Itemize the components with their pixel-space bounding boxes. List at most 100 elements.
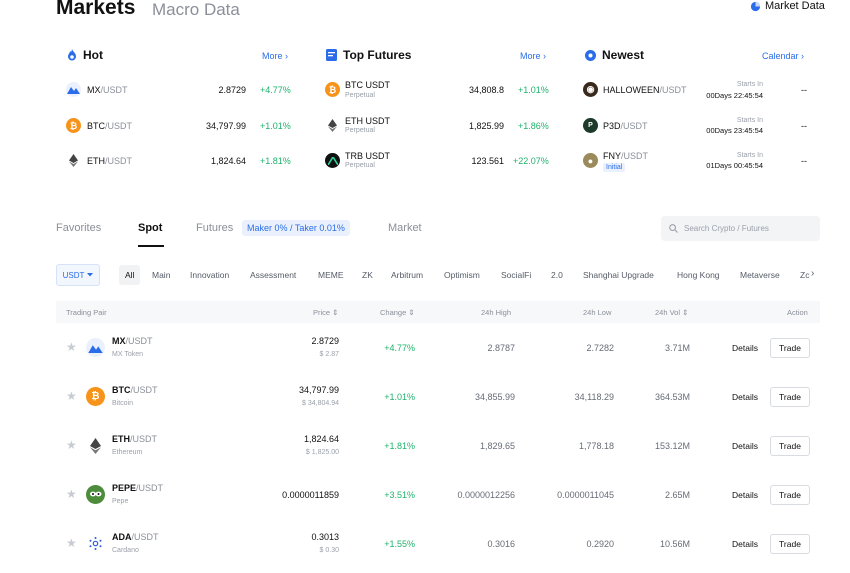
volume: 10.56M bbox=[659, 539, 690, 549]
newest-pair[interactable]: P3D/USDT bbox=[603, 121, 648, 131]
table-header bbox=[56, 301, 820, 323]
header-change[interactable]: Change ⇕ bbox=[380, 308, 415, 317]
hot-more-link[interactable]: More › bbox=[262, 51, 288, 61]
countdown: 01Days 00:45:54 bbox=[706, 161, 763, 170]
futures-type: Perpetual bbox=[345, 92, 375, 99]
newest-pair[interactable]: FNY/USDT bbox=[603, 151, 648, 161]
active-tab-indicator bbox=[138, 245, 164, 247]
pair-symbol[interactable]: BTC/USDT bbox=[112, 385, 158, 395]
chevron-right-icon[interactable]: › bbox=[811, 268, 814, 279]
bitcoin-icon: ₿ bbox=[86, 387, 105, 406]
star-icon[interactable]: ★ bbox=[66, 536, 77, 550]
chip-meme[interactable]: MEME bbox=[318, 270, 344, 280]
chip-2-0[interactable]: 2.0 bbox=[551, 270, 563, 280]
futures-symbol[interactable]: TRB USDT bbox=[345, 151, 390, 161]
chip-all[interactable]: All bbox=[119, 265, 141, 285]
coin-name: Ethereum bbox=[112, 449, 143, 456]
pair-symbol[interactable]: MX/USDT bbox=[112, 336, 153, 346]
star-icon[interactable]: ★ bbox=[66, 340, 77, 354]
starts-in-label: Starts In bbox=[736, 117, 763, 124]
volume: 364.53M bbox=[654, 392, 690, 402]
chip-innovation[interactable]: Innovation bbox=[190, 270, 229, 280]
hot-pair[interactable]: BTC/USDT bbox=[87, 121, 132, 131]
p3d-icon: P bbox=[583, 118, 598, 133]
details-link[interactable]: Details bbox=[732, 343, 758, 353]
details-link[interactable]: Details bbox=[732, 490, 758, 500]
chip-zk[interactable]: ZK bbox=[362, 270, 373, 280]
tab-favorites[interactable]: Favorites bbox=[56, 222, 101, 234]
futures-price: 34,808.8 bbox=[468, 85, 504, 95]
futures-type: Perpetual bbox=[345, 127, 375, 134]
hot-title: Hot bbox=[67, 48, 103, 62]
star-icon[interactable]: ★ bbox=[66, 389, 77, 403]
details-link[interactable]: Details bbox=[732, 539, 758, 549]
hot-pair[interactable]: ETH/USDT bbox=[87, 156, 132, 166]
hot-change: +1.81% bbox=[260, 156, 291, 166]
pair-symbol[interactable]: ETH/USDT bbox=[112, 434, 157, 444]
futures-symbol[interactable]: ETH USDT bbox=[345, 116, 390, 126]
trade-button[interactable]: Trade bbox=[770, 485, 810, 505]
newest-title: Newest bbox=[585, 48, 644, 62]
header-action: Action bbox=[787, 308, 808, 317]
trade-button[interactable]: Trade bbox=[770, 387, 810, 407]
trade-button[interactable]: Trade bbox=[770, 338, 810, 358]
header-vol[interactable]: 24h Vol ⇕ bbox=[655, 308, 688, 317]
price: 1,824.64 bbox=[303, 434, 339, 444]
calendar-link[interactable]: Calendar › bbox=[762, 51, 804, 61]
search-input[interactable] bbox=[684, 224, 804, 233]
newest-value: -- bbox=[801, 85, 807, 95]
chip-optimism[interactable]: Optimism bbox=[444, 270, 480, 280]
hot-pair[interactable]: MX/USDT bbox=[87, 85, 128, 95]
coin-name: Bitcoin bbox=[112, 400, 134, 407]
market-data-label: Market Data bbox=[765, 0, 825, 12]
halloween-icon: ◉ bbox=[583, 82, 598, 97]
fny-icon: ● bbox=[583, 153, 598, 168]
pair-symbol[interactable]: ADA/USDT bbox=[112, 532, 159, 542]
tab-futures[interactable]: Futures bbox=[196, 222, 233, 234]
starts-in-label: Starts In bbox=[736, 81, 763, 88]
chip-hong-kong[interactable]: Hong Kong bbox=[677, 270, 720, 280]
price-usd: $ 34,804.94 bbox=[302, 400, 339, 407]
details-link[interactable]: Details bbox=[732, 441, 758, 451]
chip-zc[interactable]: Zc bbox=[800, 270, 809, 280]
hot-change: +1.01% bbox=[260, 121, 291, 131]
trade-button[interactable]: Trade bbox=[770, 534, 810, 554]
star-icon[interactable]: ★ bbox=[66, 487, 77, 501]
newest-value: -- bbox=[801, 156, 807, 166]
chip-arbitrum[interactable]: Arbitrum bbox=[391, 270, 423, 280]
search-icon bbox=[669, 224, 678, 233]
pair-symbol[interactable]: PEPE/USDT bbox=[112, 483, 163, 493]
hot-change: +4.77% bbox=[260, 85, 291, 95]
futures-more-link[interactable]: More › bbox=[520, 51, 546, 61]
chip-socialfi[interactable]: SocialFi bbox=[501, 270, 531, 280]
details-link[interactable]: Details bbox=[732, 392, 758, 402]
star-icon[interactable]: ★ bbox=[66, 438, 77, 452]
macro-data-tab[interactable]: Macro Data bbox=[152, 0, 240, 20]
starts-in-label: Starts In bbox=[736, 152, 763, 159]
chip-shanghai-upgrade[interactable]: Shanghai Upgrade bbox=[583, 270, 654, 280]
newest-pair[interactable]: HALLOWEEN/USDT bbox=[603, 85, 687, 95]
futures-price: 123.561 bbox=[471, 156, 504, 166]
top-futures-title: Top Futures bbox=[326, 48, 411, 62]
futures-symbol[interactable]: BTC USDT bbox=[345, 80, 390, 90]
market-data-link[interactable]: Market Data bbox=[750, 0, 825, 12]
initial-badge: Initial bbox=[603, 163, 626, 172]
coin-name: Pepe bbox=[112, 498, 129, 505]
chip-metaverse[interactable]: Metaverse bbox=[740, 270, 780, 280]
tab-market[interactable]: Market bbox=[388, 222, 422, 234]
price-usd: $ 0.30 bbox=[319, 547, 339, 554]
price: 34,797.99 bbox=[298, 385, 339, 395]
new-badge-icon bbox=[585, 49, 596, 61]
mx-icon bbox=[86, 338, 105, 357]
pie-chart-icon bbox=[750, 1, 761, 11]
trade-button[interactable]: Trade bbox=[770, 436, 810, 456]
header-price[interactable]: Price ⇕ bbox=[313, 308, 338, 317]
search-box[interactable] bbox=[661, 216, 820, 241]
hot-price: 34,797.99 bbox=[205, 121, 246, 131]
bitcoin-icon: ₿ bbox=[66, 118, 81, 133]
chip-main[interactable]: Main bbox=[152, 270, 170, 280]
cardano-icon bbox=[86, 534, 105, 553]
quote-select[interactable]: USDT bbox=[56, 264, 100, 286]
tab-spot[interactable]: Spot bbox=[138, 222, 162, 234]
chip-assessment[interactable]: Assessment bbox=[250, 270, 296, 280]
